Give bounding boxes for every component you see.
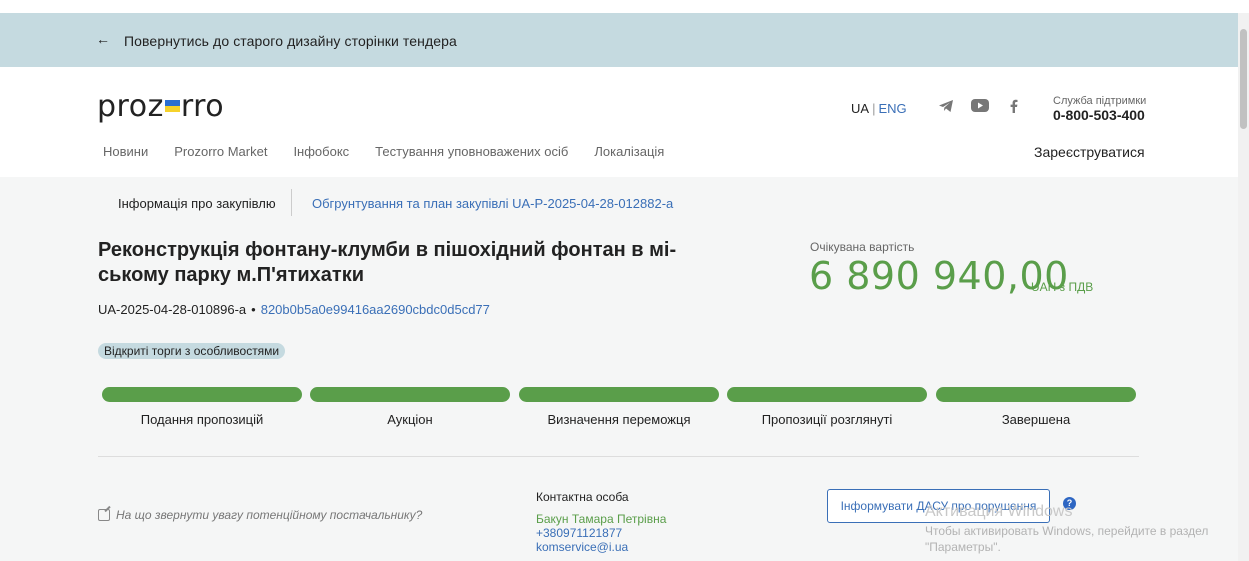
procedure-badge: Відкриті торги з особливостями xyxy=(98,343,286,359)
windows-activation-hint-2: "Параметры". xyxy=(925,540,1001,554)
expected-value-currency: UAH з ПДВ xyxy=(1031,280,1094,294)
page-scrollbar[interactable] xyxy=(1238,13,1249,561)
stage-label: Завершена xyxy=(1001,412,1071,427)
facebook-icon[interactable] xyxy=(1005,99,1023,115)
tab-divider xyxy=(291,189,292,216)
telegram-icon[interactable] xyxy=(937,99,955,115)
ukraine-flag-icon xyxy=(164,100,180,112)
page: ← Повернутись до старого дизайну сторінк… xyxy=(0,0,1249,561)
supplier-attention-link[interactable]: На що звернути увагу потенційному постач… xyxy=(98,508,422,522)
nav-item-localization[interactable]: Локалізація xyxy=(594,144,664,159)
stage-auction: Аукціон xyxy=(310,387,510,427)
stage-progress-bar xyxy=(727,387,927,402)
stage-completed: Завершена xyxy=(936,387,1136,427)
logo-text-right: rro xyxy=(180,89,225,124)
logo-text-left: proz xyxy=(97,89,164,124)
arrow-left-icon[interactable]: ← xyxy=(96,31,110,47)
stage-winner: Визначення переможця xyxy=(519,387,719,427)
section-divider xyxy=(98,456,1139,457)
contact-label: Контактна особа xyxy=(536,490,629,504)
expected-value-amount: 6 890 940,00 xyxy=(809,254,1069,298)
lang-separator: | xyxy=(872,101,876,116)
windows-activation-hint: Чтобы активировать Windows, перейдите в … xyxy=(925,524,1209,538)
tender-hash-link[interactable]: 820b0b5a0e99416aa2690cbdc0d5cd77 xyxy=(261,302,490,317)
prozorro-logo[interactable]: proz rro xyxy=(97,89,224,124)
stage-label: Пропозиції розглянуті xyxy=(761,412,893,427)
nav-item-infobox[interactable]: Інфобокс xyxy=(293,144,349,159)
support-label: Служба підтримки xyxy=(1053,95,1147,107)
language-switch: UA | ENG xyxy=(851,101,907,116)
id-separator: • xyxy=(251,302,256,317)
nav-item-market[interactable]: Prozorro Market xyxy=(174,144,267,159)
stage-label: Визначення переможця xyxy=(547,412,691,427)
old-design-link[interactable]: Повернутись до старого дизайну сторінки … xyxy=(124,33,457,49)
stage-progress-bar xyxy=(310,387,510,402)
main-nav: Новини Prozorro Market Інфобокс Тестуван… xyxy=(103,144,664,159)
contact-email[interactable]: komservice@i.ua xyxy=(536,540,628,554)
tab-procurement-plan[interactable]: Обгрунтування та план закупівлі UA-P-202… xyxy=(312,196,673,211)
stage-progress-bar xyxy=(519,387,719,402)
site-header: proz rro UA | ENG Служба підтримки 0-800-50… xyxy=(0,67,1238,177)
nav-item-news[interactable]: Новини xyxy=(103,144,148,159)
expected-value-label: Очікувана вартість xyxy=(810,240,915,254)
contact-name: Бакун Тамара Петрівна xyxy=(536,512,667,526)
old-design-banner[interactable]: ← Повернутись до старого дизайну сторінк… xyxy=(0,13,1238,67)
tender-main: Інформація про закупівлю Обгрунтування т… xyxy=(0,177,1238,561)
register-link[interactable]: Зареєструватися xyxy=(1034,144,1145,160)
edit-icon xyxy=(98,509,110,521)
tab-procurement-info[interactable]: Інформація про закупівлю xyxy=(118,196,276,211)
stage-submission: Подання пропозицій xyxy=(102,387,302,427)
support-phone[interactable]: 0-800-503-400 xyxy=(1053,107,1145,123)
stage-label: Аукціон xyxy=(387,412,433,427)
tender-title: Реконструкція фонтану-клумби в пішохідни… xyxy=(98,239,677,286)
stage-progress-bar xyxy=(102,387,302,402)
lang-ua[interactable]: UA xyxy=(851,101,869,116)
youtube-icon[interactable] xyxy=(971,99,989,115)
system-strip xyxy=(0,0,1249,13)
scrollbar-thumb[interactable] xyxy=(1240,29,1247,129)
windows-activation-title: Активация Windows xyxy=(925,503,1073,520)
social-links xyxy=(937,99,1023,115)
stage-reviewed: Пропозиції розглянуті xyxy=(727,387,927,427)
contact-phone[interactable]: +380971121877 xyxy=(536,526,622,540)
tender-identifiers: UA-2025-04-28-010896-a • 820b0b5a0e99416aa… xyxy=(98,302,490,317)
stage-label: Подання пропозицій xyxy=(140,412,264,427)
stage-progress-bar xyxy=(936,387,1136,402)
lang-eng[interactable]: ENG xyxy=(878,101,906,116)
tender-id: UA-2025-04-28-010896-a xyxy=(98,302,247,317)
attention-text[interactable]: На що звернути увагу потенційному постач… xyxy=(116,508,422,522)
nav-item-testing[interactable]: Тестування уповноважених осіб xyxy=(375,144,568,159)
